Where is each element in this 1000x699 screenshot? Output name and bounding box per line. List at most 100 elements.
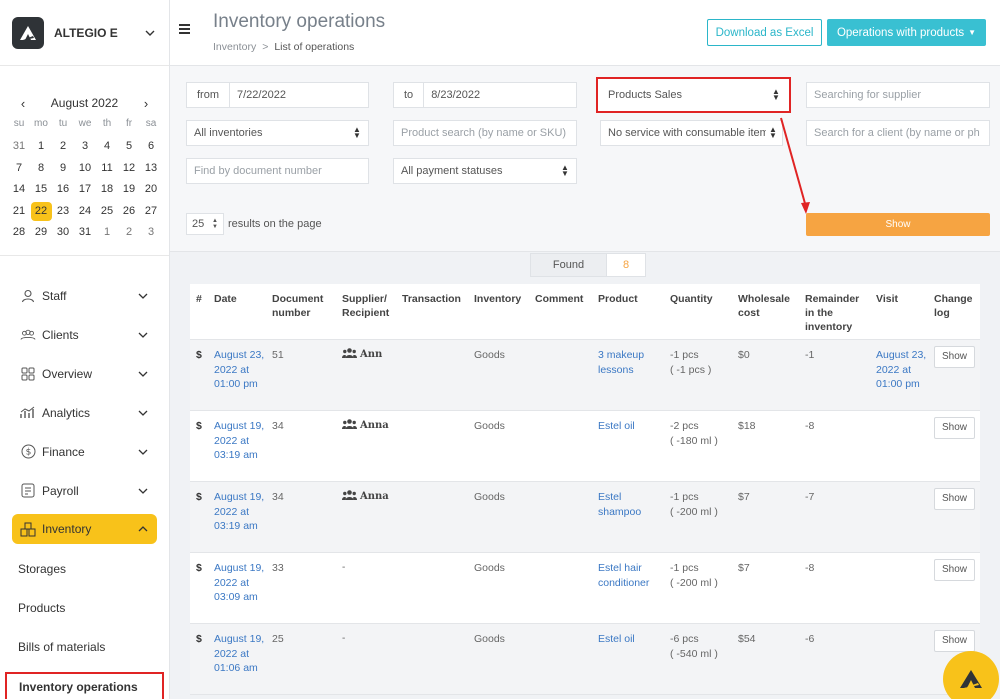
supplier-search-input[interactable]: Searching for supplier: [806, 82, 990, 108]
calendar-day[interactable]: 2: [52, 136, 74, 158]
per-page-select[interactable]: 25 ▲ ▼: [186, 213, 224, 235]
remainder-cell: -6: [805, 633, 815, 645]
product-link[interactable]: Estel oil: [592, 624, 664, 694]
calendar-day[interactable]: 2: [118, 222, 140, 244]
sidebar-subitem-bills-of-materials[interactable]: Bills of materials: [0, 627, 169, 666]
help-fab-button[interactable]: [943, 651, 999, 699]
calendar-day-number: 22: [30, 201, 52, 221]
payment-status-select[interactable]: All payment statuses ▲ ▼: [393, 158, 577, 184]
change-log-show-button[interactable]: Show: [934, 488, 975, 510]
calendar-day[interactable]: 30: [52, 222, 74, 244]
calendar-day[interactable]: 17: [74, 179, 96, 201]
calendar-day[interactable]: 19: [118, 179, 140, 201]
calendar-day[interactable]: 12: [118, 158, 140, 180]
operation-type-select[interactable]: Products Sales ▲ ▼: [596, 77, 791, 113]
sidebar-item-clients[interactable]: Clients: [0, 315, 169, 354]
visit-link[interactable]: [870, 411, 928, 481]
product-link[interactable]: Estel hair conditioner: [592, 553, 664, 623]
download-excel-button[interactable]: Download as Excel: [707, 19, 822, 46]
calendar-day[interactable]: 26: [118, 201, 140, 223]
sidebar-item-staff[interactable]: Staff: [0, 276, 169, 315]
calendar-day[interactable]: 31: [74, 222, 96, 244]
operations-with-products-button[interactable]: Operations with products ▼: [827, 19, 986, 46]
calendar-day[interactable]: 7: [8, 158, 30, 180]
sidebar-item-overview[interactable]: Overview: [0, 354, 169, 393]
chevron-down-icon: [137, 329, 149, 341]
change-log-show-button[interactable]: Show: [934, 559, 975, 581]
recipient-cell[interactable]: -: [336, 553, 396, 623]
product-link[interactable]: Estel oil: [592, 411, 664, 481]
recipient-cell[interactable]: Ann: [336, 340, 396, 410]
change-log-show-button[interactable]: Show: [934, 346, 975, 368]
calendar-day[interactable]: 14: [8, 179, 30, 201]
remainder-cell: -1: [805, 349, 815, 361]
visit-link[interactable]: [870, 482, 928, 552]
sidebar-item-inventory[interactable]: Inventory: [12, 514, 157, 544]
calendar-day[interactable]: 21: [8, 201, 30, 223]
product-link[interactable]: 3 makeup lessons: [592, 340, 664, 410]
sidebar-subitem-products[interactable]: Products: [0, 588, 169, 627]
calendar-day[interactable]: 20: [140, 179, 162, 201]
calendar-day[interactable]: 3: [74, 136, 96, 158]
calendar-day[interactable]: 15: [30, 179, 52, 201]
sidebar-item-analytics[interactable]: Analytics: [0, 393, 169, 432]
sidebar-item-payroll[interactable]: Payroll: [0, 471, 169, 510]
visit-link[interactable]: [870, 553, 928, 623]
calendar-day[interactable]: 5: [118, 136, 140, 158]
comment-cell: [529, 624, 592, 694]
calendar-day[interactable]: 4: [96, 136, 118, 158]
calendar-day[interactable]: 29: [30, 222, 52, 244]
sidebar: ALTEGIO E ‹ August 2022 › su mo tu we th fr sa…: [0, 0, 170, 699]
inventories-select[interactable]: All inventories ▲ ▼: [186, 120, 369, 146]
calendar-day[interactable]: 18: [96, 179, 118, 201]
calendar-day[interactable]: 23: [52, 201, 74, 223]
calendar-day[interactable]: 6: [140, 136, 162, 158]
product-link[interactable]: Estel shampoo: [592, 482, 664, 552]
chevron-down-icon[interactable]: [143, 26, 157, 40]
calendar-day[interactable]: 16: [52, 179, 74, 201]
recipient-cell[interactable]: Anna: [336, 482, 396, 552]
calendar-day[interactable]: 3: [140, 222, 162, 244]
calendar-day[interactable]: 27: [140, 201, 162, 223]
calendar-prev-button[interactable]: ‹: [16, 96, 30, 111]
operation-date-link[interactable]: August 23, 2022 at 01:00 pm: [208, 340, 266, 410]
recipient-cell[interactable]: -: [336, 624, 396, 694]
calendar-day[interactable]: 25: [96, 201, 118, 223]
calendar-day[interactable]: 11: [96, 158, 118, 180]
calendar-day[interactable]: 24: [74, 201, 96, 223]
operation-date-link[interactable]: August 19, 2022 at 01:06 am: [208, 624, 266, 694]
calendar-day[interactable]: 9: [52, 158, 74, 180]
calendar-day[interactable]: 10: [74, 158, 96, 180]
document-number-input[interactable]: Find by document number: [186, 158, 369, 184]
document-number: 34: [272, 420, 284, 432]
calendar-day[interactable]: 13: [140, 158, 162, 180]
change-log-show-button[interactable]: Show: [934, 630, 975, 652]
visit-link[interactable]: [870, 624, 928, 694]
visit-link[interactable]: August 23, 2022 at 01:00 pm: [870, 340, 928, 410]
date-from-field[interactable]: from 7/22/2022: [186, 82, 369, 108]
sidebar-subitem-inventory-operations[interactable]: Inventory operations: [5, 672, 164, 699]
show-results-button[interactable]: Show: [806, 213, 990, 236]
operation-date-link[interactable]: August 19, 2022 at 03:09 am: [208, 553, 266, 623]
client-search-input[interactable]: Search for a client (by name or ph: [806, 120, 990, 146]
operation-date-link[interactable]: August 19, 2022 at 03:19 am: [208, 411, 266, 481]
sidebar-item-finance[interactable]: $ Finance: [0, 432, 169, 471]
product-search-input[interactable]: Product search (by name or SKU): [393, 120, 577, 146]
calendar-next-button[interactable]: ›: [139, 96, 153, 111]
calendar-day[interactable]: 31: [8, 136, 30, 158]
consumable-select[interactable]: No service with consumable item ▲ ▼: [600, 120, 783, 146]
sidebar-subitem-storages[interactable]: Storages: [0, 549, 169, 588]
hamburger-menu-icon[interactable]: [179, 24, 190, 36]
calendar-day[interactable]: 22: [30, 201, 52, 223]
date-to-field[interactable]: to 8/23/2022: [393, 82, 577, 108]
brand-switcher[interactable]: ALTEGIO E: [0, 0, 169, 66]
calendar-day[interactable]: 8: [30, 158, 52, 180]
product-search-placeholder: Product search (by name or SKU): [401, 127, 567, 139]
change-log-show-button[interactable]: Show: [934, 417, 975, 439]
calendar-day[interactable]: 1: [30, 136, 52, 158]
calendar-day[interactable]: 1: [96, 222, 118, 244]
breadcrumb-inventory[interactable]: Inventory: [213, 41, 256, 53]
operation-date-link[interactable]: August 19, 2022 at 03:19 am: [208, 482, 266, 552]
recipient-cell[interactable]: Anna: [336, 411, 396, 481]
calendar-day[interactable]: 28: [8, 222, 30, 244]
